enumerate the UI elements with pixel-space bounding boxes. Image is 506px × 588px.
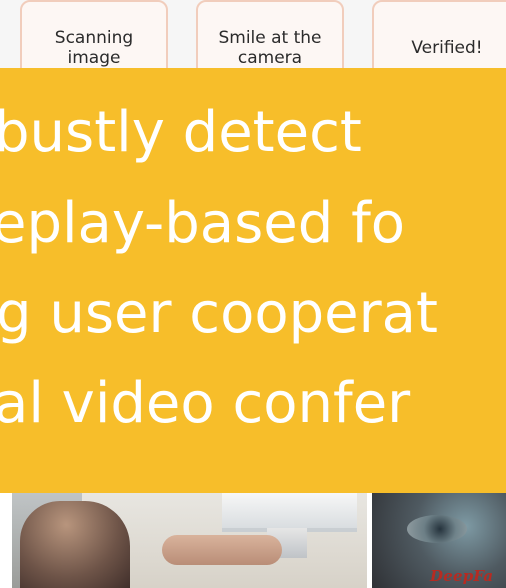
deepfake-logo: DeepFa xyxy=(430,567,494,585)
banner-text-line-3: g user cooperat xyxy=(0,281,438,346)
eye-image xyxy=(407,515,467,543)
deepfake-photo: DeepFa xyxy=(372,493,506,588)
photo-strip: DeepFa xyxy=(0,493,506,588)
office-photo xyxy=(12,493,367,588)
step-label: Smile at the camera xyxy=(218,28,322,68)
step-label: Verified! xyxy=(411,38,483,58)
step-label: Scanning image xyxy=(54,28,134,68)
yellow-banner: bustly detect eplay-based fo g user coop… xyxy=(0,68,506,493)
screenshot-page: Scanning image Smile at the camera Verif… xyxy=(0,0,506,588)
banner-text-line-2: eplay-based fo xyxy=(0,191,406,256)
person-hair xyxy=(20,501,130,588)
hand xyxy=(162,535,282,565)
banner-text-line-4: al video confer xyxy=(0,371,411,436)
computer-monitor xyxy=(222,493,357,532)
banner-text-line-1: bustly detect xyxy=(0,100,362,165)
